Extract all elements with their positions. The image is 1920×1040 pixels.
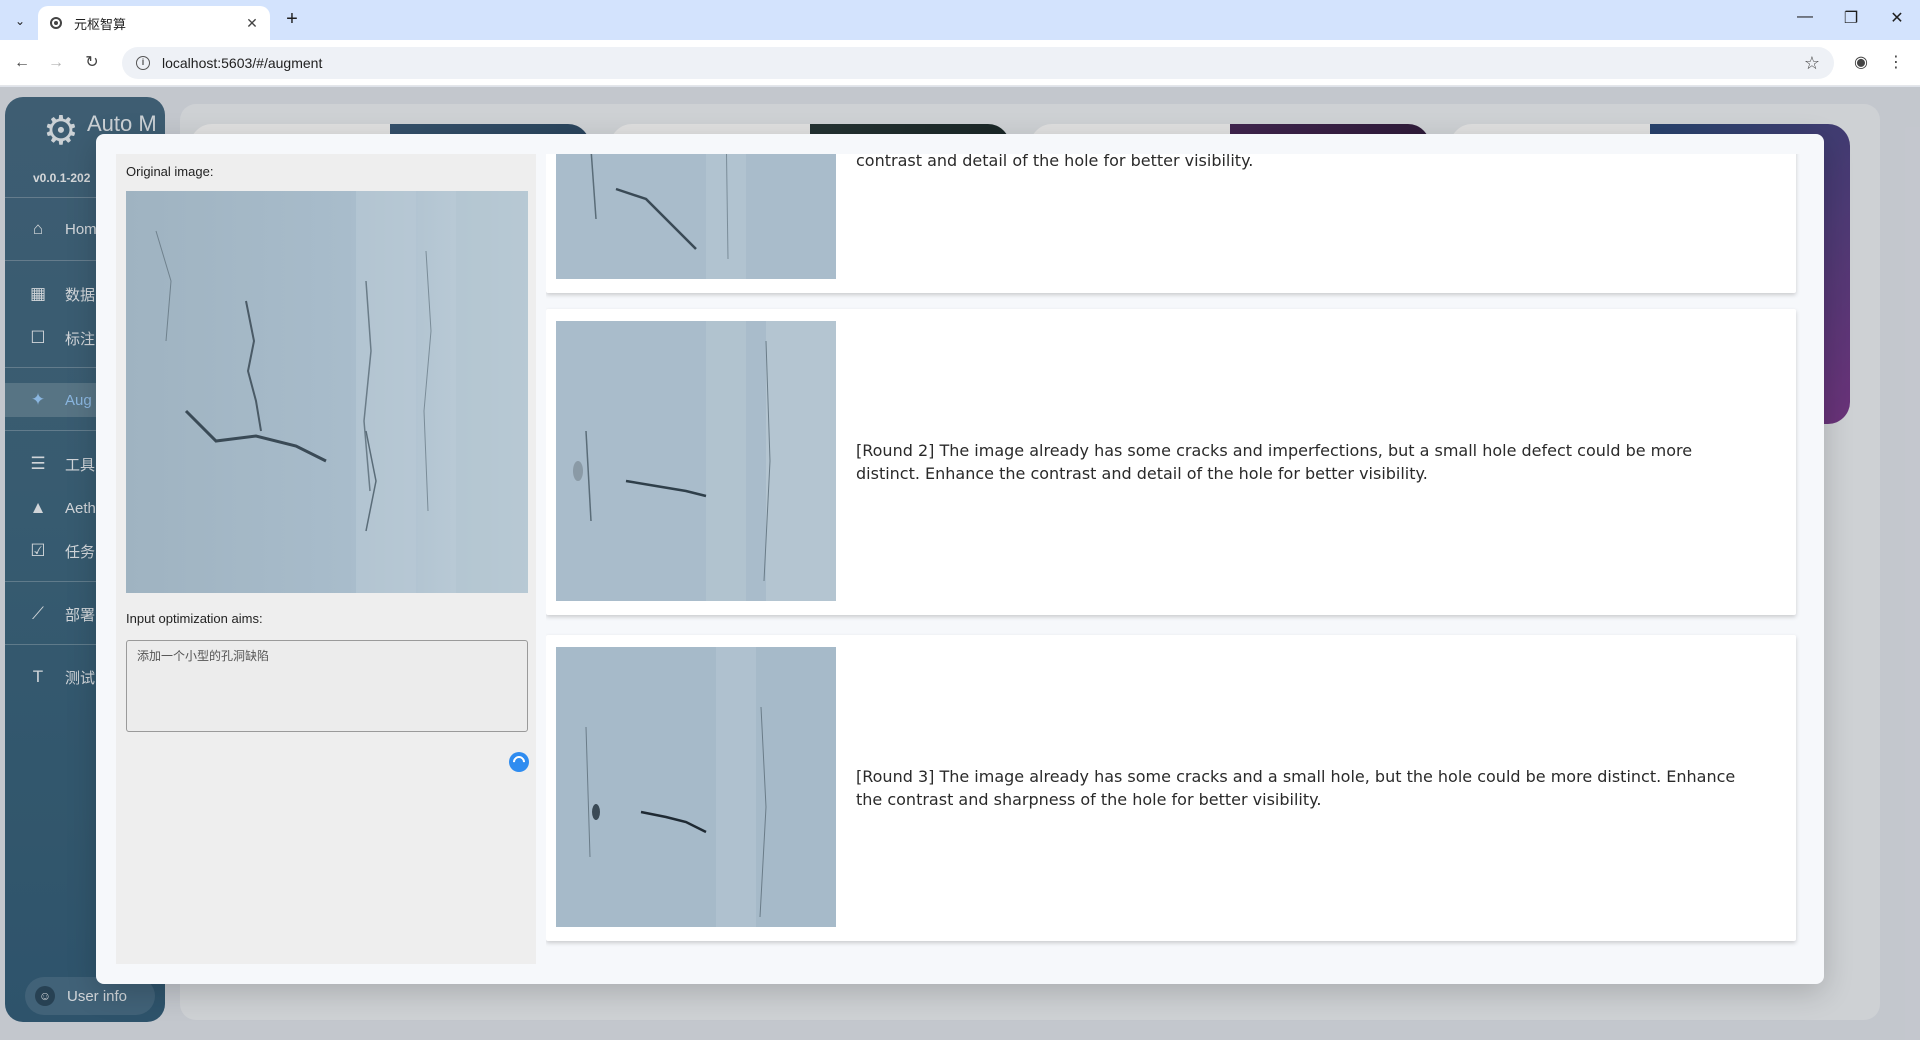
round-1-text: contrast and detail of the hole for bett… xyxy=(856,154,1756,293)
restore-icon[interactable]: ❐ xyxy=(1836,8,1866,28)
original-image-label: Original image: xyxy=(126,164,214,179)
round-1-text-content: contrast and detail of the hole for bett… xyxy=(856,154,1254,170)
round-card-3: [Round 3] The image already has some cra… xyxy=(546,635,1796,941)
close-tab-icon[interactable]: ✕ xyxy=(244,15,260,32)
round-card-1: contrast and detail of the hole for bett… xyxy=(546,154,1796,293)
menu-kebab-icon[interactable]: ⋮ xyxy=(1885,52,1907,74)
aims-input[interactable]: 添加一个小型的孔洞缺陷 xyxy=(126,640,528,732)
new-tab-icon[interactable]: + xyxy=(280,8,304,32)
input-panel: Original image: Input optimization aims:… xyxy=(116,154,536,964)
forward-icon[interactable]: → xyxy=(44,51,68,75)
site-info-icon[interactable]: i xyxy=(136,56,150,70)
round-card-2: [Round 2] The image already has some cra… xyxy=(546,309,1796,615)
browser-toolbar: ← → ↻ i localhost:5603/#/augment ☆ ◉ ⋮ xyxy=(0,40,1920,86)
round-3-text: [Round 3] The image already has some cra… xyxy=(856,767,1736,809)
tab-title: 元枢智算 xyxy=(74,16,127,32)
tab-search-chevron-icon[interactable]: ⌄ xyxy=(8,10,32,32)
bookmark-star-icon[interactable]: ☆ xyxy=(1804,53,1820,74)
original-image xyxy=(126,191,528,593)
round-3-image xyxy=(556,647,836,927)
close-window-icon[interactable]: ✕ xyxy=(1882,8,1912,28)
browser-tab-bar: ⌄ 元枢智算 ✕ + — ❐ ✕ xyxy=(0,0,1920,40)
round-1-image xyxy=(556,154,836,279)
minimize-icon[interactable]: — xyxy=(1790,8,1820,26)
results-list[interactable]: contrast and detail of the hole for bett… xyxy=(546,154,1802,964)
browser-tab[interactable]: 元枢智算 ✕ xyxy=(38,6,270,40)
augment-dialog: Original image: Input optimization aims:… xyxy=(96,134,1824,984)
round-2-text: [Round 2] The image already has some cra… xyxy=(856,441,1693,483)
reload-icon[interactable]: ↻ xyxy=(80,51,104,75)
loading-spinner-icon xyxy=(509,752,529,772)
back-icon[interactable]: ← xyxy=(10,51,34,75)
url-text[interactable]: localhost:5603/#/augment xyxy=(162,55,1804,71)
round-2-image xyxy=(556,321,836,601)
profile-icon[interactable]: ◉ xyxy=(1850,52,1872,74)
aims-label: Input optimization aims: xyxy=(126,611,263,626)
gear-favicon-icon xyxy=(50,17,62,29)
address-bar[interactable]: i localhost:5603/#/augment ☆ xyxy=(122,47,1834,79)
